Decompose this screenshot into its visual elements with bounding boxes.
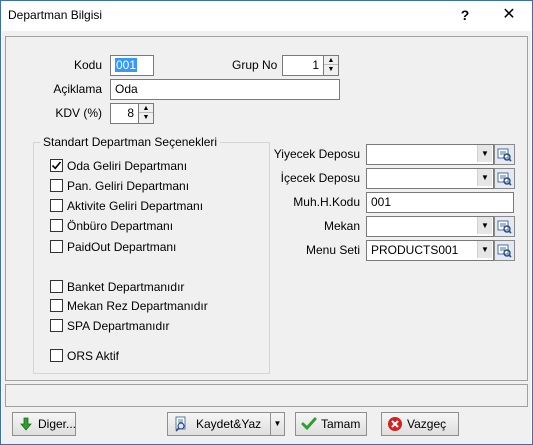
kodu-label: Kodu: [73, 58, 102, 72]
vazgec-button[interactable]: Vazgeç: [381, 412, 459, 436]
kaydet-yaz-button[interactable]: Kaydet&Yaz: [167, 412, 271, 436]
standart-departman-group: Standart Departman Seçenekleri Oda Gelir…: [33, 135, 270, 374]
chk-label: Oda Geliri Departmanı: [67, 159, 188, 173]
spin-down-icon[interactable]: ▼: [324, 65, 338, 74]
yiyecek-deposu-combo[interactable]: [366, 144, 494, 165]
mekan-combo[interactable]: [366, 216, 494, 237]
chevron-down-icon[interactable]: ▼: [270, 412, 285, 436]
print-preview-icon: [175, 416, 186, 432]
checkbox-icon[interactable]: [50, 349, 63, 362]
checkbox-checked-icon[interactable]: [50, 159, 63, 172]
lookup-icon: [497, 220, 512, 234]
kdv-spinner[interactable]: ▲ ▼: [138, 103, 154, 124]
spin-down-icon[interactable]: ▼: [139, 113, 153, 122]
diger-button[interactable]: Diger...: [12, 412, 76, 436]
chk-label: SPA Departmanıdır: [67, 319, 170, 333]
arrow-down-icon: [20, 417, 32, 431]
lookup-icon: [497, 148, 512, 162]
tamam-label: Tamam: [321, 417, 361, 431]
kodu-input[interactable]: 001: [110, 55, 154, 76]
chevron-down-icon[interactable]: ▼: [477, 145, 492, 162]
departman-bilgisi-dialog: Departman Bilgisi ? ✕ Kodu 001 Grup No 1…: [0, 0, 533, 445]
close-button[interactable]: ✕: [495, 4, 523, 26]
menu-seti-label: Menu Seti: [305, 243, 360, 257]
checkmark-icon: [301, 417, 317, 431]
dialog-body: Kodu 001 Grup No 1 ▲ ▼ Açiklama Oda KDV (…: [2, 31, 531, 444]
lookup-icon: [497, 244, 512, 258]
chk-label: Aktivite Geliri Departmanı: [67, 199, 204, 213]
icecek-deposu-combo[interactable]: [366, 168, 494, 189]
diger-label: Diger...: [38, 417, 77, 431]
chk-label: Banket Departmanıdır: [67, 280, 185, 294]
chevron-down-icon[interactable]: ▼: [477, 217, 492, 234]
kaydet-yaz-label: Kaydet&Yaz: [196, 417, 262, 431]
grup-no-label: Grup No: [232, 58, 278, 72]
checkbox-icon[interactable]: [50, 299, 63, 312]
muh-h-kodu-input[interactable]: 001: [366, 192, 514, 213]
chk-label: ORS Aktif: [67, 349, 120, 363]
chevron-down-icon[interactable]: ▼: [477, 241, 492, 258]
checkbox-icon[interactable]: [50, 240, 63, 253]
vazgec-label: Vazgeç: [407, 417, 447, 431]
cancel-icon: [388, 417, 402, 431]
icecek-deposu-label: İçecek Deposu: [280, 171, 360, 185]
grup-no-input[interactable]: 1: [282, 55, 324, 76]
help-button[interactable]: ?: [453, 4, 477, 26]
muh-h-kodu-label: Muh.H.Kodu: [293, 195, 360, 209]
group-title: Standart Departman Seçenekleri: [40, 135, 221, 149]
tamam-button[interactable]: Tamam: [295, 412, 367, 436]
chk-label: Önbüro Departmanı: [67, 219, 174, 233]
lookup-icon: [497, 172, 512, 186]
spin-up-icon[interactable]: ▲: [324, 56, 338, 65]
chk-label: Pan. Geliri Departmanı: [67, 179, 190, 193]
checkbox-icon[interactable]: [50, 179, 63, 192]
aciklama-label: Açiklama: [53, 82, 102, 96]
chk-label: Mekan Rez Departmanıdır: [67, 299, 208, 313]
checkbox-icon[interactable]: [50, 280, 63, 293]
yiyecek-lookup-button[interactable]: [494, 144, 515, 165]
spin-up-icon[interactable]: ▲: [139, 104, 153, 113]
aciklama-input[interactable]: Oda: [110, 79, 340, 100]
menu-seti-combo[interactable]: PRODUCTS001: [366, 240, 494, 261]
grup-no-spinner[interactable]: ▲ ▼: [323, 55, 339, 76]
chk-label: PaidOut Departmanı: [67, 240, 177, 254]
checkbox-icon[interactable]: [50, 199, 63, 212]
kdv-label: KDV (%): [55, 106, 102, 120]
checkbox-icon[interactable]: [50, 219, 63, 232]
chevron-down-icon[interactable]: ▼: [477, 169, 492, 186]
mekan-lookup-button[interactable]: [494, 216, 515, 237]
mekan-label: Mekan: [323, 219, 360, 233]
menu-seti-lookup-button[interactable]: [494, 240, 515, 261]
window-title: Departman Bilgisi: [8, 8, 103, 22]
title-bar: Departman Bilgisi ? ✕: [1, 1, 532, 31]
status-strip: [5, 384, 528, 407]
main-panel: Kodu 001 Grup No 1 ▲ ▼ Açiklama Oda KDV (…: [5, 36, 528, 381]
icecek-lookup-button[interactable]: [494, 168, 515, 189]
yiyecek-deposu-label: Yiyecek Deposu: [273, 147, 360, 161]
kdv-input[interactable]: 8: [110, 103, 139, 124]
checkbox-icon[interactable]: [50, 319, 63, 332]
